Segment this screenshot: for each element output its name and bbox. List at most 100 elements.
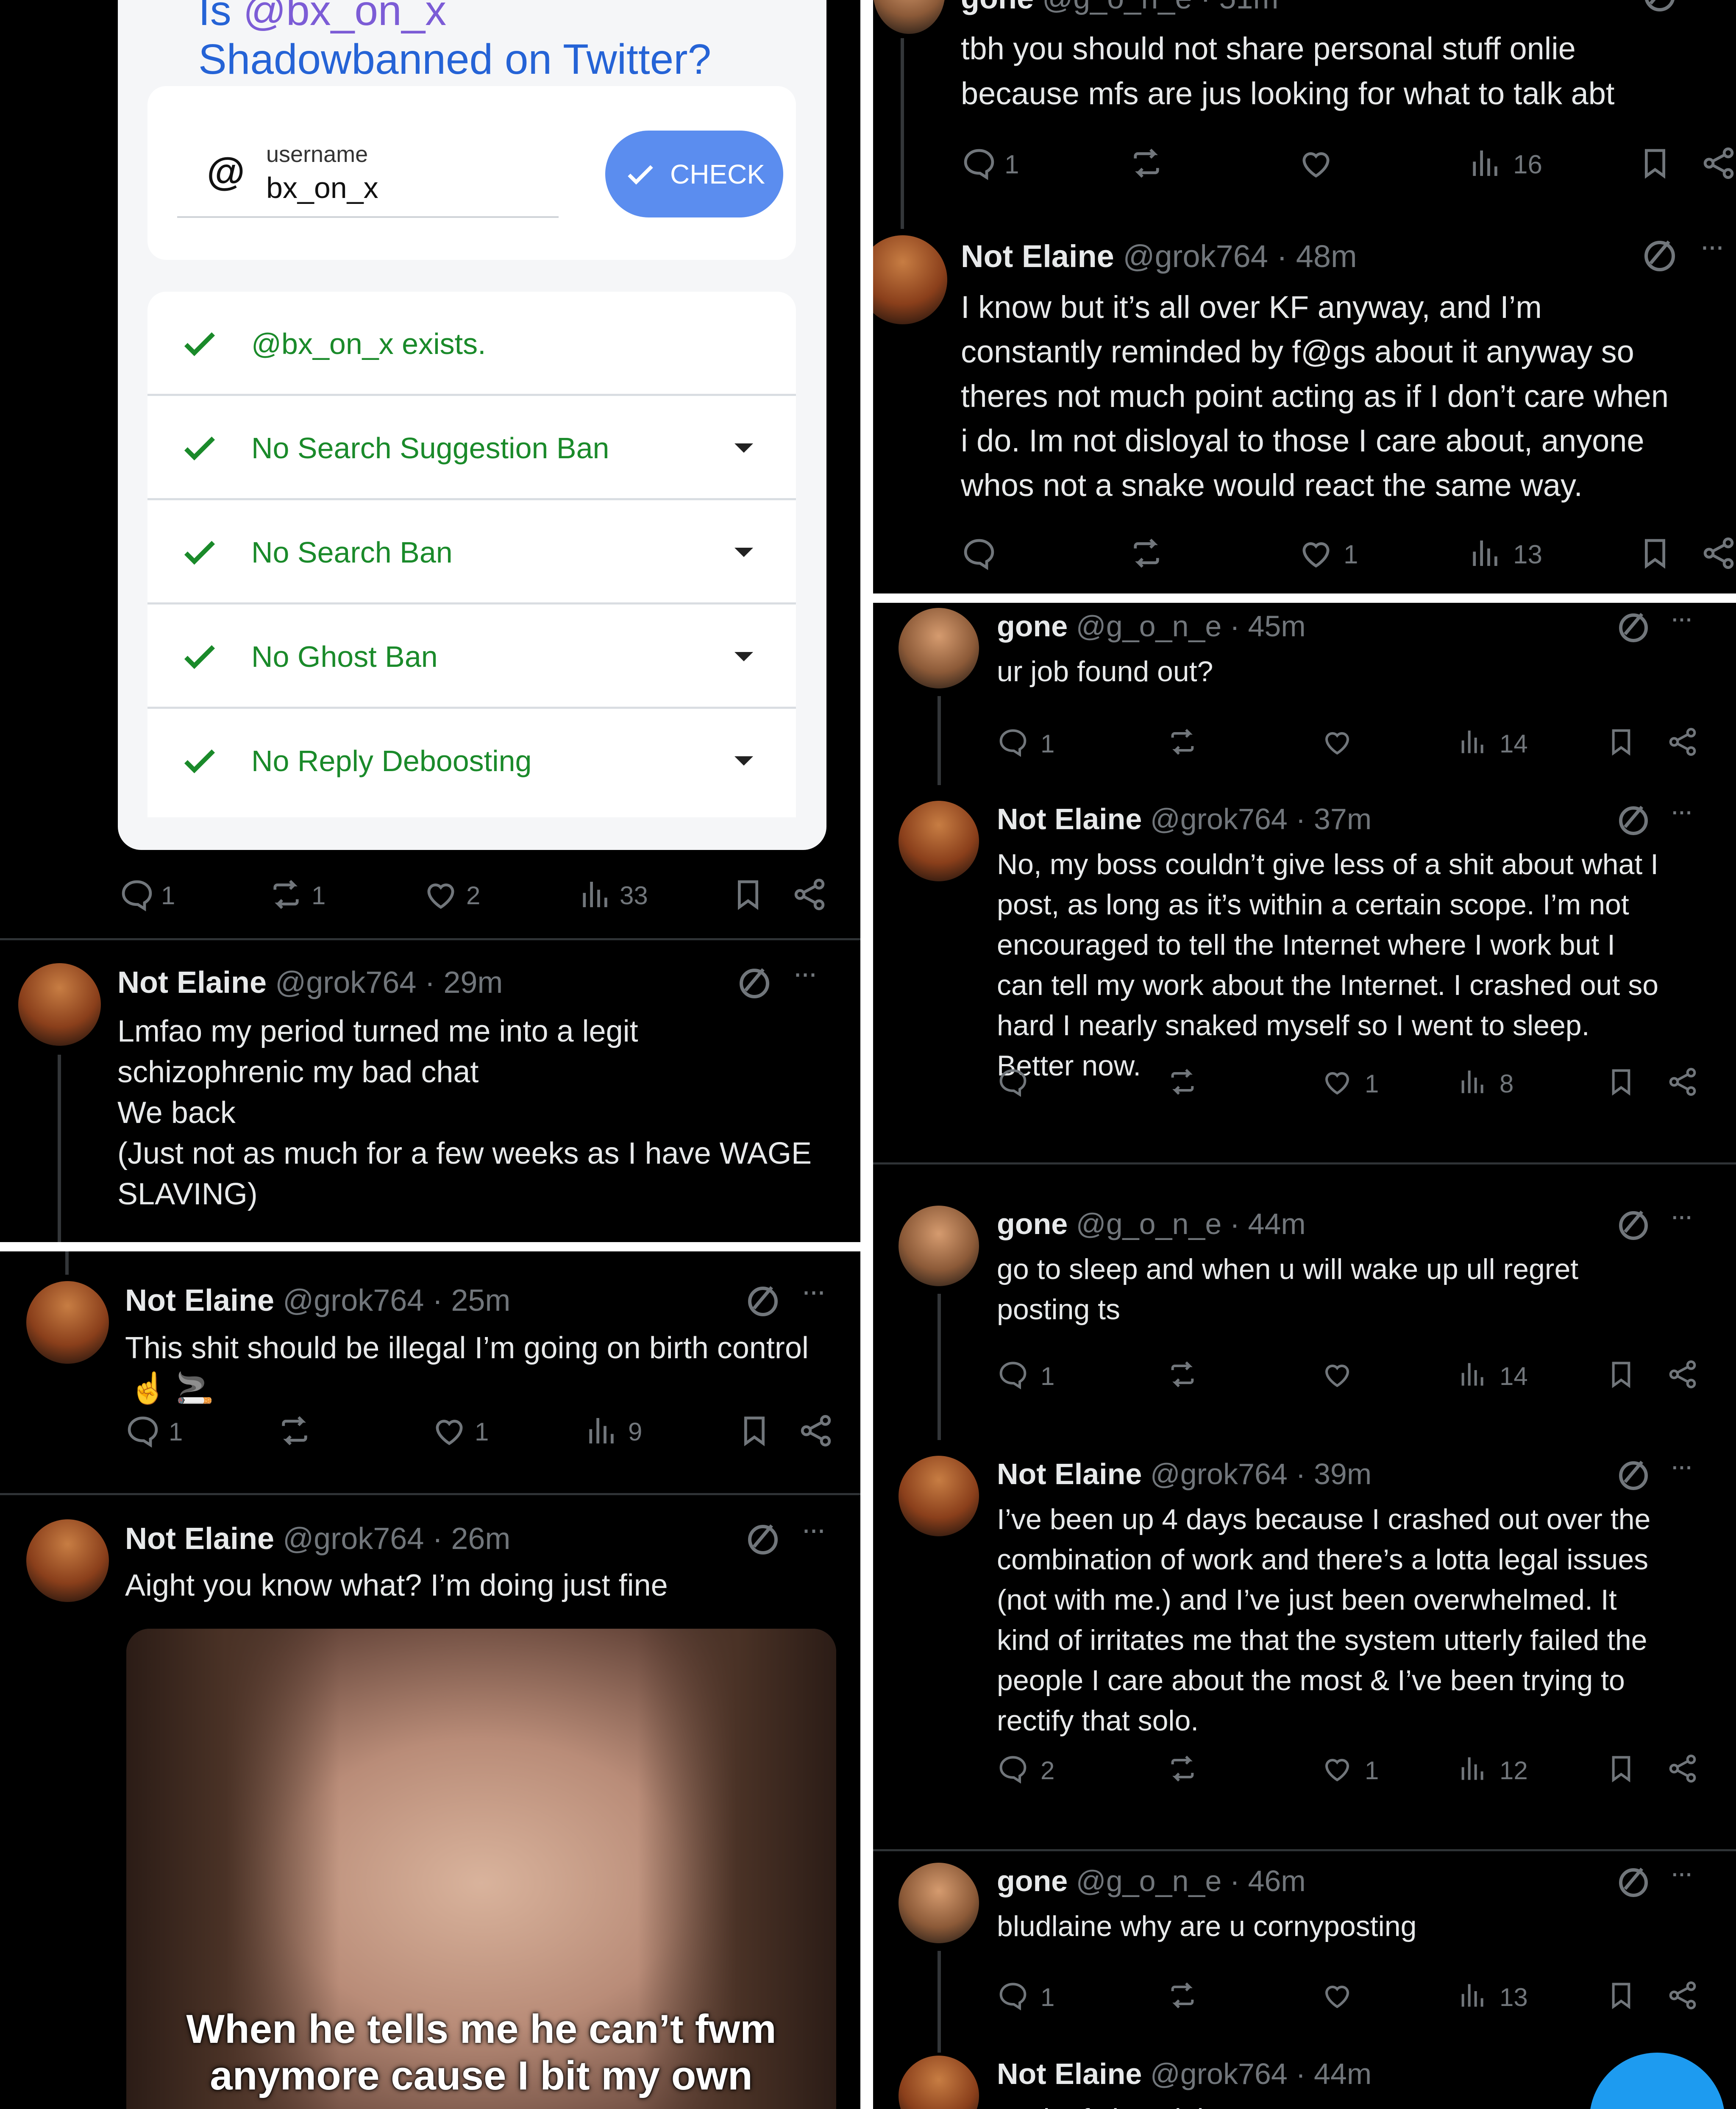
views-icon[interactable] [1456, 1752, 1490, 1786]
share-icon[interactable] [1666, 1357, 1700, 1391]
share-icon[interactable] [1700, 144, 1736, 182]
display-name[interactable]: Not Elaine [997, 1457, 1142, 1491]
avatar[interactable] [26, 1519, 109, 1602]
more-icon[interactable]: ··· [1670, 1452, 1694, 1480]
bookmark-icon[interactable] [1636, 144, 1674, 182]
more-icon[interactable]: ··· [793, 958, 818, 989]
bookmark-icon[interactable] [1604, 1752, 1638, 1786]
views-icon[interactable] [583, 1412, 621, 1450]
reply-icon[interactable] [996, 1978, 1030, 2012]
more-icon[interactable]: ··· [801, 1514, 826, 1545]
grok-icon[interactable] [1619, 1211, 1648, 1240]
avatar[interactable] [18, 963, 101, 1046]
views-icon[interactable] [1466, 534, 1505, 572]
avatar[interactable] [873, 0, 945, 34]
avatar[interactable] [873, 235, 947, 324]
display-name[interactable]: gone [997, 1207, 1068, 1240]
result-reply-deboosting[interactable]: No Reply Deboosting [147, 709, 796, 813]
display-name[interactable]: Not Elaine [117, 966, 267, 1000]
repost-icon[interactable] [1166, 1752, 1199, 1786]
views-icon[interactable] [1456, 1357, 1490, 1391]
like-icon[interactable] [1320, 725, 1354, 759]
more-icon[interactable]: ··· [1670, 797, 1694, 825]
more-icon[interactable]: ··· [1700, 231, 1725, 262]
repost-icon[interactable] [1127, 534, 1166, 572]
tweet-video[interactable]: When he tells me he can’t fwm anymore ca… [126, 1629, 836, 2109]
display-name[interactable]: Not Elaine [125, 1522, 274, 1556]
repost-icon[interactable] [267, 875, 305, 914]
display-name[interactable]: gone [961, 0, 1034, 15]
share-icon[interactable] [1666, 725, 1700, 759]
bookmark-icon[interactable] [1604, 725, 1638, 759]
more-icon[interactable]: ··· [1670, 604, 1694, 632]
more-icon[interactable]: ··· [1670, 1201, 1694, 1230]
result-search-suggestion-ban[interactable]: No Search Suggestion Ban [147, 396, 796, 500]
reply-icon[interactable] [996, 725, 1030, 759]
bookmark-icon[interactable] [1604, 1357, 1638, 1391]
more-icon[interactable]: ··· [801, 1276, 826, 1307]
views-icon[interactable] [1456, 725, 1490, 759]
avatar[interactable] [26, 1281, 109, 1364]
like-icon[interactable] [430, 1412, 468, 1450]
bookmark-icon[interactable] [1636, 534, 1674, 572]
share-icon[interactable] [1666, 1978, 1700, 2012]
display-name[interactable]: Not Elaine [997, 802, 1142, 836]
handle-and-time[interactable]: @grok764 · 26m [283, 1522, 510, 1556]
bookmark-icon[interactable] [735, 1412, 773, 1450]
bookmark-icon[interactable] [1604, 1065, 1638, 1099]
handle-and-time[interactable]: @grok764 · 48m [1123, 239, 1357, 274]
grok-icon[interactable] [748, 1287, 778, 1316]
display-name[interactable]: Not Elaine [125, 1284, 274, 1318]
share-icon[interactable] [1666, 1752, 1700, 1786]
dropdown-icon[interactable] [734, 548, 753, 557]
share-icon[interactable] [790, 875, 829, 914]
repost-icon[interactable] [275, 1412, 314, 1450]
display-name[interactable]: Not Elaine [997, 2057, 1142, 2090]
views-icon[interactable] [1466, 144, 1505, 182]
share-icon[interactable] [797, 1412, 835, 1450]
result-ghost-ban[interactable]: No Ghost Ban [147, 605, 796, 709]
display-name[interactable]: gone [997, 610, 1068, 643]
like-icon[interactable] [1320, 1752, 1354, 1786]
repost-icon[interactable] [1166, 1978, 1199, 2012]
reply-icon[interactable] [124, 1412, 162, 1450]
reply-icon[interactable] [960, 534, 998, 572]
bookmark-icon[interactable] [729, 875, 767, 914]
grok-icon[interactable] [748, 1525, 778, 1555]
grok-icon[interactable] [1619, 1461, 1648, 1490]
handle-and-time[interactable]: @grok764 · 39m [1150, 1457, 1372, 1491]
like-icon[interactable] [422, 875, 460, 914]
avatar[interactable] [899, 2056, 979, 2109]
dropdown-icon[interactable] [734, 756, 753, 766]
views-icon[interactable] [1456, 1065, 1490, 1099]
share-icon[interactable] [1700, 534, 1736, 572]
reply-icon[interactable] [960, 144, 998, 182]
avatar[interactable] [899, 801, 979, 881]
avatar[interactable] [899, 1206, 979, 1286]
views-icon[interactable] [576, 875, 615, 914]
like-icon[interactable] [1320, 1065, 1354, 1099]
handle-and-time[interactable]: @g_o_n_e · 46m [1076, 1864, 1306, 1897]
views-icon[interactable] [1456, 1978, 1490, 2012]
grok-icon[interactable] [1644, 241, 1675, 271]
avatar[interactable] [899, 608, 979, 688]
handle-and-time[interactable]: @grok764 · 44m [1150, 2057, 1372, 2090]
dropdown-icon[interactable] [734, 443, 753, 453]
reply-icon[interactable] [996, 1065, 1030, 1099]
share-icon[interactable] [1666, 1065, 1700, 1099]
repost-icon[interactable] [1166, 1357, 1199, 1391]
bookmark-icon[interactable] [1604, 1978, 1638, 2012]
avatar[interactable] [899, 1863, 979, 1943]
reply-icon[interactable] [996, 1357, 1030, 1391]
grok-icon[interactable] [1644, 0, 1675, 11]
handle-and-time[interactable]: @g_o_n_e · 45m [1076, 610, 1306, 643]
result-search-ban[interactable]: No Search Ban [147, 500, 796, 605]
grok-icon[interactable] [1619, 806, 1648, 835]
username-input[interactable]: bx_on_x [266, 171, 378, 205]
check-button[interactable]: CHECK [605, 131, 783, 217]
reply-icon[interactable] [996, 1752, 1030, 1786]
reply-icon[interactable] [118, 875, 156, 914]
like-icon[interactable] [1297, 144, 1335, 182]
display-name[interactable]: gone [997, 1864, 1068, 1897]
grok-icon[interactable] [1619, 613, 1648, 642]
